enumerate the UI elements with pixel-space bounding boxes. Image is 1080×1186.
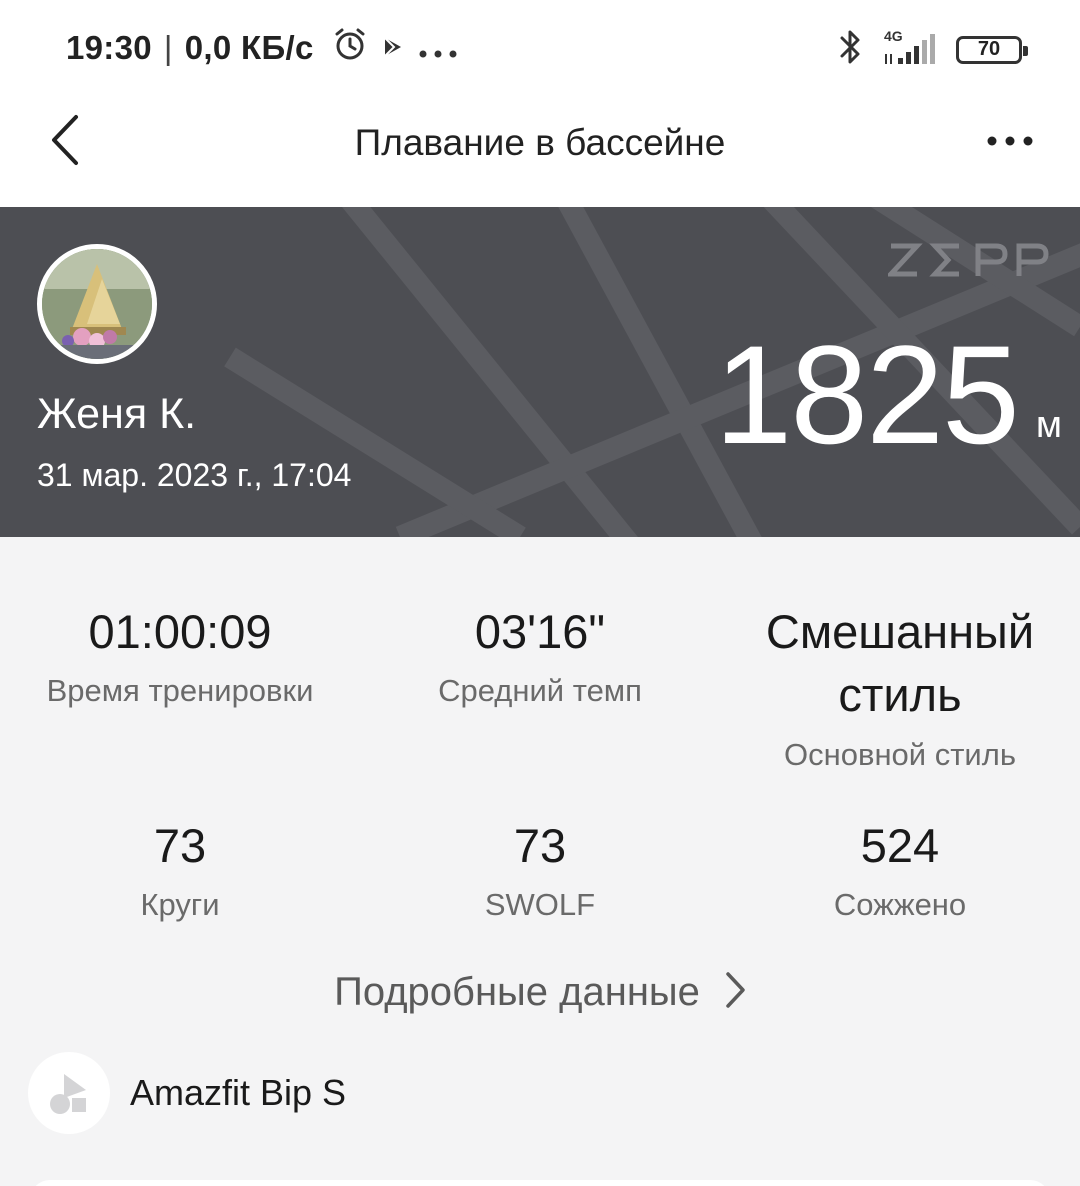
stat-label: Основной стиль <box>784 736 1016 772</box>
app-header: Плавание в бассейне <box>0 96 1080 207</box>
stat-value: Смешанный стиль <box>765 605 1035 722</box>
chevron-right-icon <box>724 971 746 1014</box>
stat-value: 01:00:09 <box>88 605 272 658</box>
stat-label: Круги <box>140 887 220 923</box>
more-horizontal-icon <box>987 133 1033 151</box>
stat-label: Сожжено <box>833 887 967 923</box>
network-speed: 0,0 КБ/с <box>184 29 314 66</box>
status-separator: | <box>163 29 173 66</box>
workout-date: 31 мар. 2023 г., 17:04 <box>37 457 352 493</box>
distance-value: 1825 <box>714 316 1019 473</box>
stat-value: 524 <box>860 819 940 872</box>
device-row[interactable]: Amazfit Bip S <box>28 1052 346 1134</box>
stat-value: 03'16" <box>474 605 606 658</box>
status-left: 19:30 | 0,0 КБ/с <box>66 26 458 70</box>
stat-label: Средний темп <box>438 673 642 709</box>
distance-row: 1825 м <box>714 325 1062 465</box>
play-store-icon <box>382 29 404 67</box>
stat-value: 73 <box>153 819 207 872</box>
stat-value: 73 <box>513 819 567 872</box>
status-right: 4G 70 <box>838 28 1028 71</box>
device-name: Amazfit Bip S <box>130 1072 347 1113</box>
battery-icon: 70 <box>956 35 1028 64</box>
more-notifications-icon <box>418 29 458 67</box>
stat-duration: 01:00:09 Время тренировки <box>0 600 360 709</box>
workout-summary-hero: Женя К. 31 мар. 2023 г., 17:04 1825 м <box>0 207 1080 537</box>
user-name: Женя К. <box>37 390 197 438</box>
stat-label: Время тренировки <box>46 673 314 709</box>
more-button[interactable] <box>980 118 1040 166</box>
stat-laps: 73 Круги <box>0 814 360 923</box>
stat-swolf: 73 SWOLF <box>360 814 720 923</box>
bluetooth-icon <box>838 28 862 71</box>
details-link[interactable]: Подробные данные <box>0 970 1080 1015</box>
battery-level: 70 <box>977 38 1001 60</box>
page-title: Плавание в бассейне <box>354 122 726 163</box>
status-time: 19:30 <box>66 29 152 66</box>
alarm-icon <box>332 26 368 70</box>
stat-main-style: Смешанный стиль Основной стиль <box>720 600 1080 773</box>
stat-label: SWOLF <box>484 887 596 923</box>
device-shapes-icon <box>28 1052 110 1134</box>
stat-calories: 524 Сожжено <box>720 814 1080 923</box>
signal-icon: 4G <box>880 28 938 68</box>
details-label: Подробные данные <box>334 970 700 1014</box>
zepp-logo <box>885 243 1050 282</box>
stat-avg-pace: 03'16" Средний темп <box>360 600 720 709</box>
avatar[interactable] <box>37 244 157 364</box>
distance-unit: м <box>1035 404 1062 446</box>
status-bar: 19:30 | 0,0 КБ/с 4G 70 <box>0 0 1080 96</box>
bottom-card <box>30 1180 1050 1186</box>
